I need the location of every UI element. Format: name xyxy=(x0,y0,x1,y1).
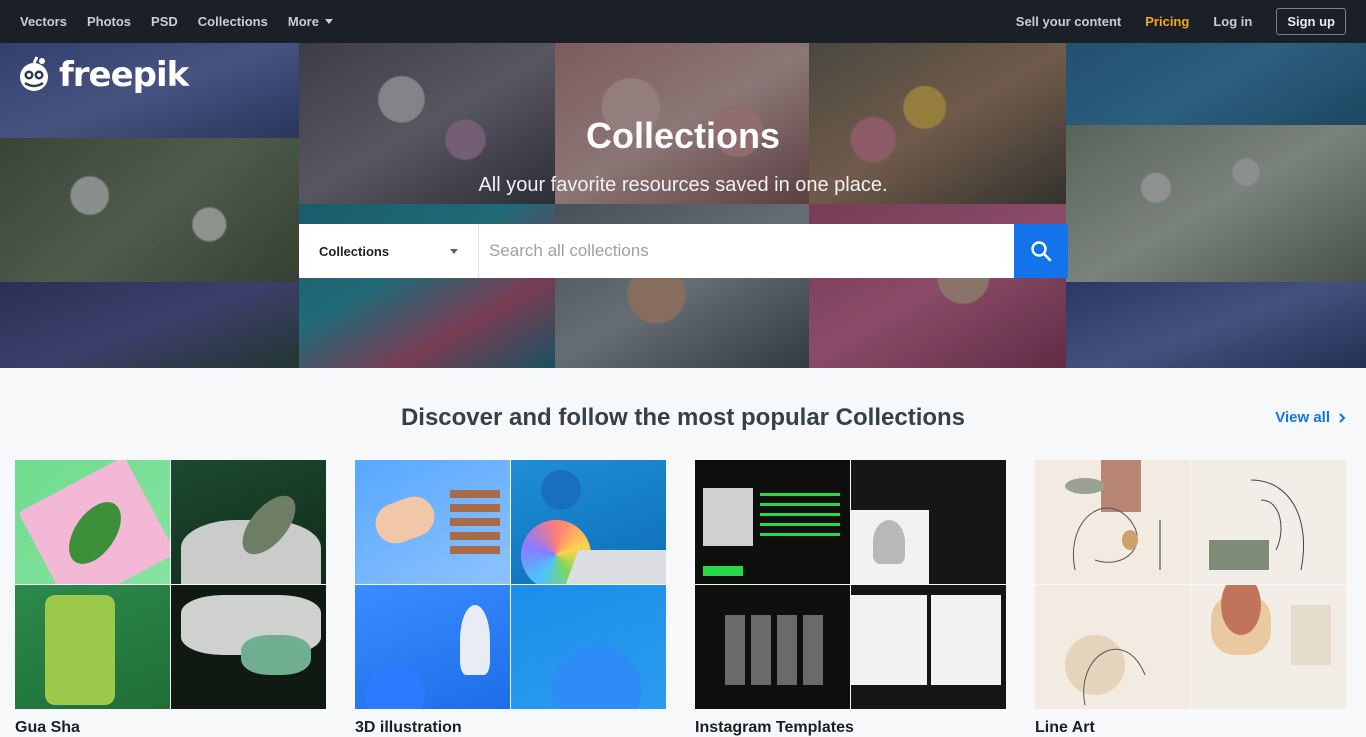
view-all-label: View all xyxy=(1275,409,1330,426)
card-image xyxy=(851,585,1006,709)
freepik-logo[interactable]: freepik xyxy=(15,55,189,95)
chevron-down-icon xyxy=(450,248,458,254)
card-image xyxy=(355,585,510,709)
nav-more-label: More xyxy=(287,14,319,29)
card-image xyxy=(171,585,326,709)
collection-card-gua-sha[interactable] xyxy=(15,460,326,709)
search-scope-dropdown[interactable]: Collections xyxy=(299,224,479,278)
search-input[interactable] xyxy=(479,224,1014,278)
hero-banner: freepik Collections All your favorite re… xyxy=(0,43,1366,368)
line-art-icon xyxy=(1250,479,1305,571)
nav-categories: Vectors Photos PSD Collections More xyxy=(0,14,333,29)
card-image xyxy=(1191,460,1346,584)
card-image xyxy=(511,585,666,709)
pricing-link[interactable]: Pricing xyxy=(1145,14,1189,29)
collection-card-title[interactable]: Instagram Templates xyxy=(695,719,854,737)
card-image xyxy=(1035,460,1190,584)
card-image xyxy=(695,585,850,709)
collection-card-title[interactable]: Line Art xyxy=(1035,719,1095,737)
card-image xyxy=(355,460,510,584)
nav-link-vectors[interactable]: Vectors xyxy=(20,14,67,29)
view-all-link[interactable]: View all xyxy=(1275,409,1346,426)
page-title: Collections xyxy=(585,115,781,156)
card-image xyxy=(1035,585,1190,709)
card-image xyxy=(851,460,1006,584)
top-nav: Vectors Photos PSD Collections More Sell… xyxy=(0,0,1366,43)
freepik-logo-text: freepik xyxy=(59,55,189,95)
chevron-right-icon xyxy=(1339,412,1346,423)
search-scope-label: Collections xyxy=(319,243,390,259)
signup-button[interactable]: Sign up xyxy=(1276,8,1346,35)
card-image xyxy=(15,585,170,709)
sell-content-link[interactable]: Sell your content xyxy=(1016,14,1121,29)
collection-card-title[interactable]: Gua Sha xyxy=(15,719,80,737)
card-image xyxy=(1191,585,1346,709)
collection-card-3d-illustration[interactable] xyxy=(355,460,666,709)
page-subtitle: All your favorite resources saved in one… xyxy=(478,174,888,196)
line-art-icon xyxy=(1083,648,1146,706)
collection-card-line-art[interactable] xyxy=(1035,460,1346,709)
search-button[interactable] xyxy=(1014,224,1068,278)
nav-link-psd[interactable]: PSD xyxy=(151,14,178,29)
card-image xyxy=(171,460,326,584)
card-image xyxy=(511,460,666,584)
search-bar: Collections xyxy=(299,224,1068,278)
login-link[interactable]: Log in xyxy=(1213,14,1252,29)
hero-overlay xyxy=(0,43,1366,368)
search-icon xyxy=(1031,241,1052,262)
chevron-down-icon xyxy=(324,19,333,24)
section-heading: Discover and follow the most popular Col… xyxy=(400,404,966,431)
card-image xyxy=(15,460,170,584)
line-art-icon xyxy=(1073,507,1161,571)
nav-link-collections[interactable]: Collections xyxy=(198,14,268,29)
nav-more-menu[interactable]: More xyxy=(288,14,333,29)
collection-card-instagram-templates[interactable] xyxy=(695,460,1006,709)
freepik-logo-icon xyxy=(20,56,48,91)
card-image xyxy=(695,460,850,584)
nav-account: Sell your content Pricing Log in Sign up xyxy=(1016,8,1366,35)
collection-card-title[interactable]: 3D illustration xyxy=(355,719,462,737)
nav-link-photos[interactable]: Photos xyxy=(87,14,131,29)
